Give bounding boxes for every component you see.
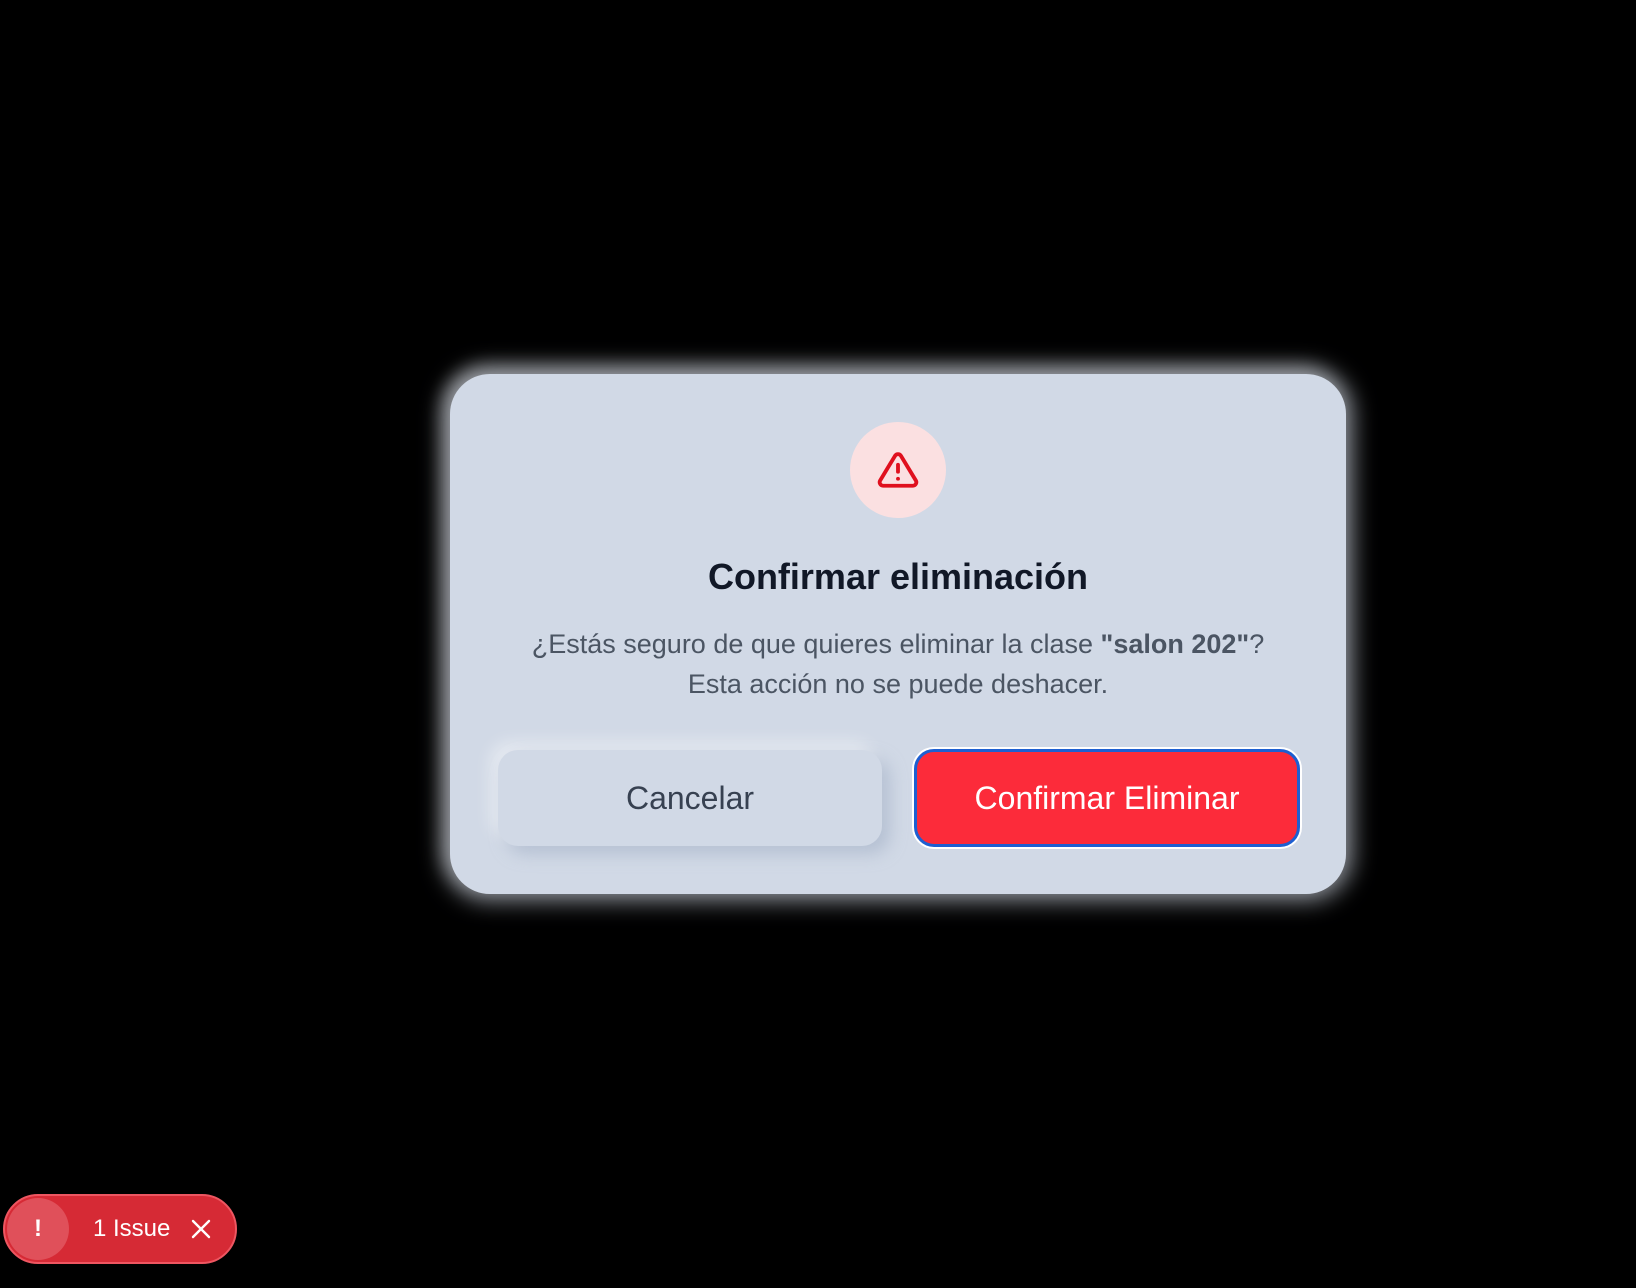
issues-count-label: 1 Issue [93,1215,171,1242]
close-icon[interactable] [188,1216,214,1242]
warning-triangle-icon [877,452,919,488]
issues-badge[interactable]: ! 1 Issue [3,1194,237,1264]
warning-icon-container [850,422,946,518]
confirm-delete-dialog: Confirmar eliminación ¿Estás seguro de q… [450,374,1346,894]
dialog-message: ¿Estás seguro de que quieres eliminar la… [490,624,1306,704]
issue-alert-icon: ! [7,1198,69,1260]
confirm-delete-button[interactable]: Confirmar Eliminar [914,749,1300,847]
message-text-after: ? [1249,629,1265,659]
dialog-title: Confirmar eliminación [707,556,1089,597]
item-name: "salon 202" [1100,629,1250,659]
message-text-before: ¿Estás seguro de que quieres eliminar la… [531,629,1101,659]
cancel-button[interactable]: Cancelar [498,750,882,846]
message-warning-line: Esta acción no se puede deshacer. [687,669,1109,699]
